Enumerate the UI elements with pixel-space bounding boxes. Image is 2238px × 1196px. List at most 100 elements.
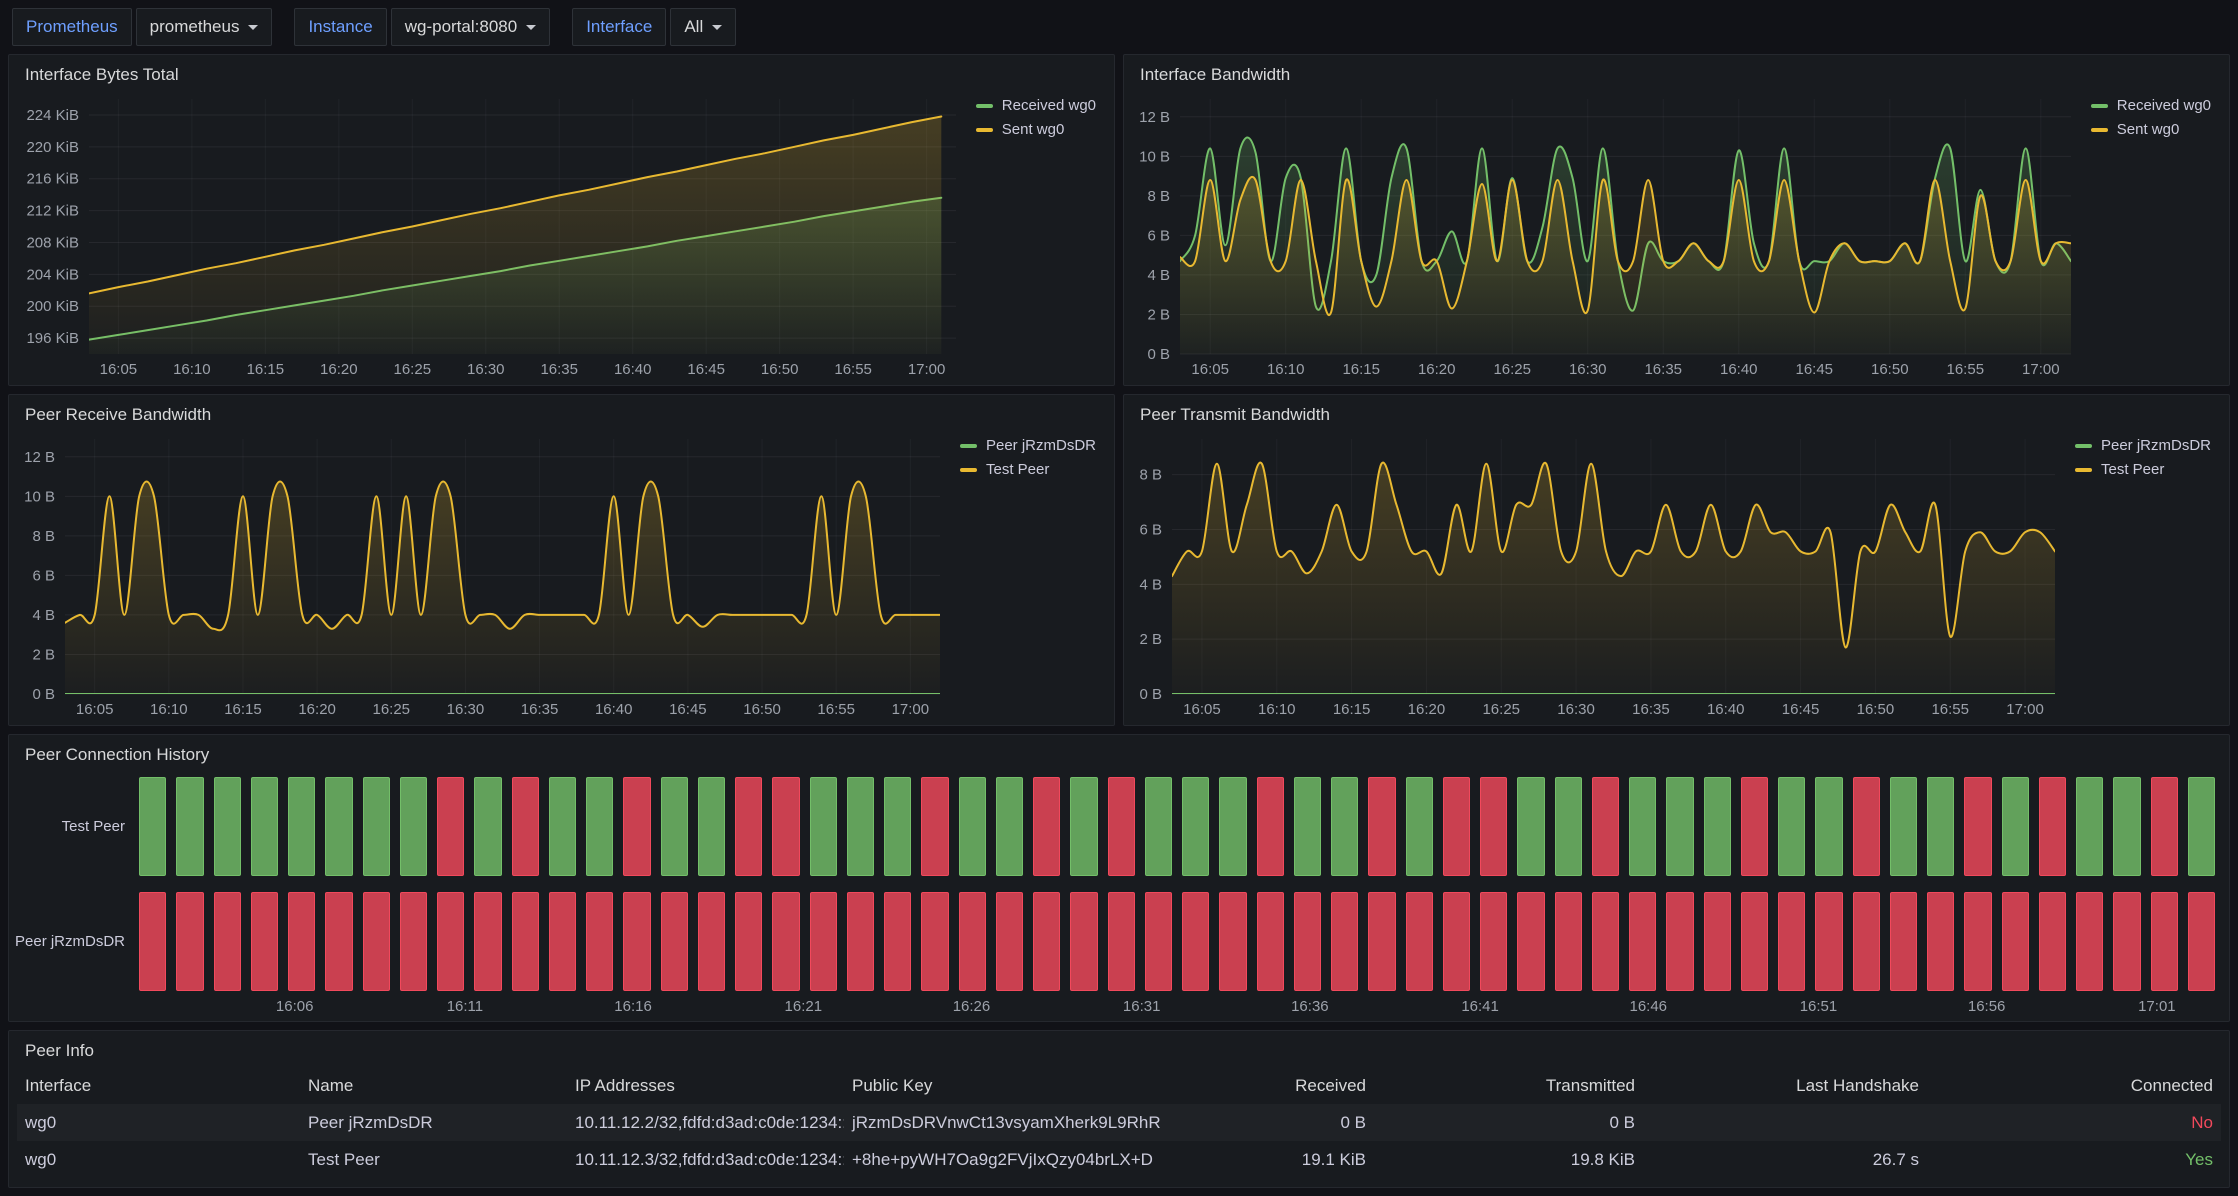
legend-item-sent-wg0[interactable]: Sent wg0	[2091, 121, 2211, 138]
status-bar-up	[1666, 777, 1693, 876]
status-bar-down	[847, 892, 874, 991]
legend-item-received-wg0[interactable]: Received wg0	[2091, 97, 2211, 114]
table-header-row: InterfaceNameIP AddressesPublic KeyRecei…	[17, 1067, 2221, 1104]
panel-title[interactable]: Peer Transmit Bandwidth	[1124, 395, 2229, 429]
column-header-public-key[interactable]: Public Key	[844, 1076, 1174, 1096]
x-axis-tick: 16:31	[1123, 998, 1161, 1015]
svg-text:8 B: 8 B	[1139, 467, 1162, 484]
status-bar-down	[884, 892, 911, 991]
svg-text:10 B: 10 B	[24, 489, 55, 506]
chart-plot[interactable]: 16:0516:1016:1516:2016:2516:3016:3516:40…	[1132, 89, 2079, 381]
status-bar-up	[288, 777, 315, 876]
status-bar-down	[1182, 892, 1209, 991]
timeseries-svg: 16:0516:1016:1516:2016:2516:3016:3516:40…	[1132, 429, 2063, 721]
column-header-transmitted[interactable]: Transmitted	[1374, 1076, 1643, 1096]
column-header-interface[interactable]: Interface	[17, 1076, 300, 1096]
svg-text:16:45: 16:45	[1782, 701, 1820, 718]
column-header-connected[interactable]: Connected	[1927, 1076, 2221, 1096]
status-bar-down	[921, 777, 948, 876]
status-bar-up	[1331, 777, 1358, 876]
chart-plot[interactable]: 16:0516:1016:1516:2016:2516:3016:3516:40…	[17, 429, 948, 721]
legend-item-received-wg0[interactable]: Received wg0	[976, 97, 1096, 114]
status-bar-down	[623, 777, 650, 876]
legend-swatch	[976, 128, 993, 132]
svg-text:2 B: 2 B	[1147, 307, 1170, 324]
svg-text:16:40: 16:40	[1720, 361, 1758, 378]
status-bar-down	[251, 892, 278, 991]
legend-item-test-peer[interactable]: Test Peer	[960, 461, 1096, 478]
status-bar-down	[1517, 892, 1544, 991]
status-bar-down	[1033, 892, 1060, 991]
x-axis-tick: 16:11	[447, 998, 483, 1015]
status-bar-down	[437, 892, 464, 991]
svg-text:8 B: 8 B	[1147, 188, 1170, 205]
column-header-received[interactable]: Received	[1174, 1076, 1374, 1096]
svg-text:16:50: 16:50	[761, 361, 799, 378]
status-bar-down	[661, 892, 688, 991]
status-bar-down	[772, 892, 799, 991]
svg-text:16:25: 16:25	[1482, 701, 1520, 718]
panel-title[interactable]: Peer Receive Bandwidth	[9, 395, 1114, 429]
legend-label: Peer jRzmDsDR	[2101, 437, 2211, 454]
status-bar-down	[623, 892, 650, 991]
legend-item-peer-jrzmdsdr[interactable]: Peer jRzmDsDR	[960, 437, 1096, 454]
status-bar-up	[959, 777, 986, 876]
panel-peer-info: Peer Info InterfaceNameIP AddressesPubli…	[8, 1030, 2230, 1188]
legend-item-peer-jrzmdsdr[interactable]: Peer jRzmDsDR	[2075, 437, 2211, 454]
svg-text:16:40: 16:40	[595, 701, 633, 718]
panel-title[interactable]: Interface Bytes Total	[9, 55, 1114, 89]
variable-picker-interface[interactable]: All	[670, 8, 736, 46]
column-header-last-handshake[interactable]: Last Handshake	[1643, 1076, 1927, 1096]
status-bar-down	[698, 892, 725, 991]
svg-text:16:10: 16:10	[1258, 701, 1296, 718]
variable-value-text: wg-portal:8080	[405, 17, 517, 37]
column-header-ip-addresses[interactable]: IP Addresses	[567, 1076, 844, 1096]
svg-text:16:45: 16:45	[687, 361, 725, 378]
svg-text:16:45: 16:45	[1795, 361, 1833, 378]
legend-label: Test Peer	[2101, 461, 2164, 478]
svg-text:8 B: 8 B	[32, 528, 55, 545]
table-cell-connected: Yes	[1927, 1150, 2221, 1170]
status-bar-down	[325, 892, 352, 991]
legend-item-test-peer[interactable]: Test Peer	[2075, 461, 2211, 478]
status-bar-up	[1406, 777, 1433, 876]
svg-text:16:50: 16:50	[743, 701, 781, 718]
column-header-name[interactable]: Name	[300, 1076, 567, 1096]
svg-text:16:20: 16:20	[320, 361, 358, 378]
legend-item-sent-wg0[interactable]: Sent wg0	[976, 121, 1096, 138]
chart-legend: Peer jRzmDsDR Test Peer	[2063, 429, 2221, 478]
status-bar-up	[698, 777, 725, 876]
variable-label-instance: Instance	[294, 8, 386, 46]
panel-title[interactable]: Interface Bandwidth	[1124, 55, 2229, 89]
dashboard-row-2: Peer Receive Bandwidth 16:0516:1016:1516…	[8, 394, 2230, 726]
svg-text:2 B: 2 B	[1139, 632, 1162, 649]
status-bar-down	[1741, 892, 1768, 991]
status-bar-down	[512, 892, 539, 991]
status-bar-down	[1853, 892, 1880, 991]
panel-title[interactable]: Peer Connection History	[9, 735, 2229, 769]
chart-plot[interactable]: 16:0516:1016:1516:2016:2516:3016:3516:40…	[17, 89, 964, 381]
chart-plot[interactable]: 16:0516:1016:1516:2016:2516:3016:3516:40…	[1132, 429, 2063, 721]
variable-picker-instance[interactable]: wg-portal:8080	[391, 8, 550, 46]
variable-prometheus: Prometheus prometheus	[12, 8, 272, 46]
svg-text:16:45: 16:45	[669, 701, 707, 718]
variable-interface: Interface All	[572, 8, 736, 46]
status-bar-up	[1815, 777, 1842, 876]
status-bar-down	[1108, 777, 1135, 876]
table-cell-public-key: jRzmDsDRVnwCt13vsyamXherk9L9RhR	[844, 1113, 1174, 1133]
svg-text:16:30: 16:30	[447, 701, 485, 718]
svg-text:208 KiB: 208 KiB	[26, 235, 79, 252]
variable-picker-prometheus[interactable]: prometheus	[136, 8, 273, 46]
svg-text:204 KiB: 204 KiB	[26, 267, 79, 284]
status-bar-down	[1108, 892, 1135, 991]
panel-title[interactable]: Peer Info	[9, 1031, 2229, 1065]
status-bar-down	[1294, 892, 1321, 991]
status-bar-up	[1294, 777, 1321, 876]
legend-swatch	[2091, 104, 2108, 108]
status-bar-up	[1555, 777, 1582, 876]
svg-text:220 KiB: 220 KiB	[26, 139, 79, 156]
status-bar-down	[2039, 892, 2066, 991]
status-bar-up	[810, 777, 837, 876]
status-bar-down	[1778, 892, 1805, 991]
status-bar-down	[1033, 777, 1060, 876]
